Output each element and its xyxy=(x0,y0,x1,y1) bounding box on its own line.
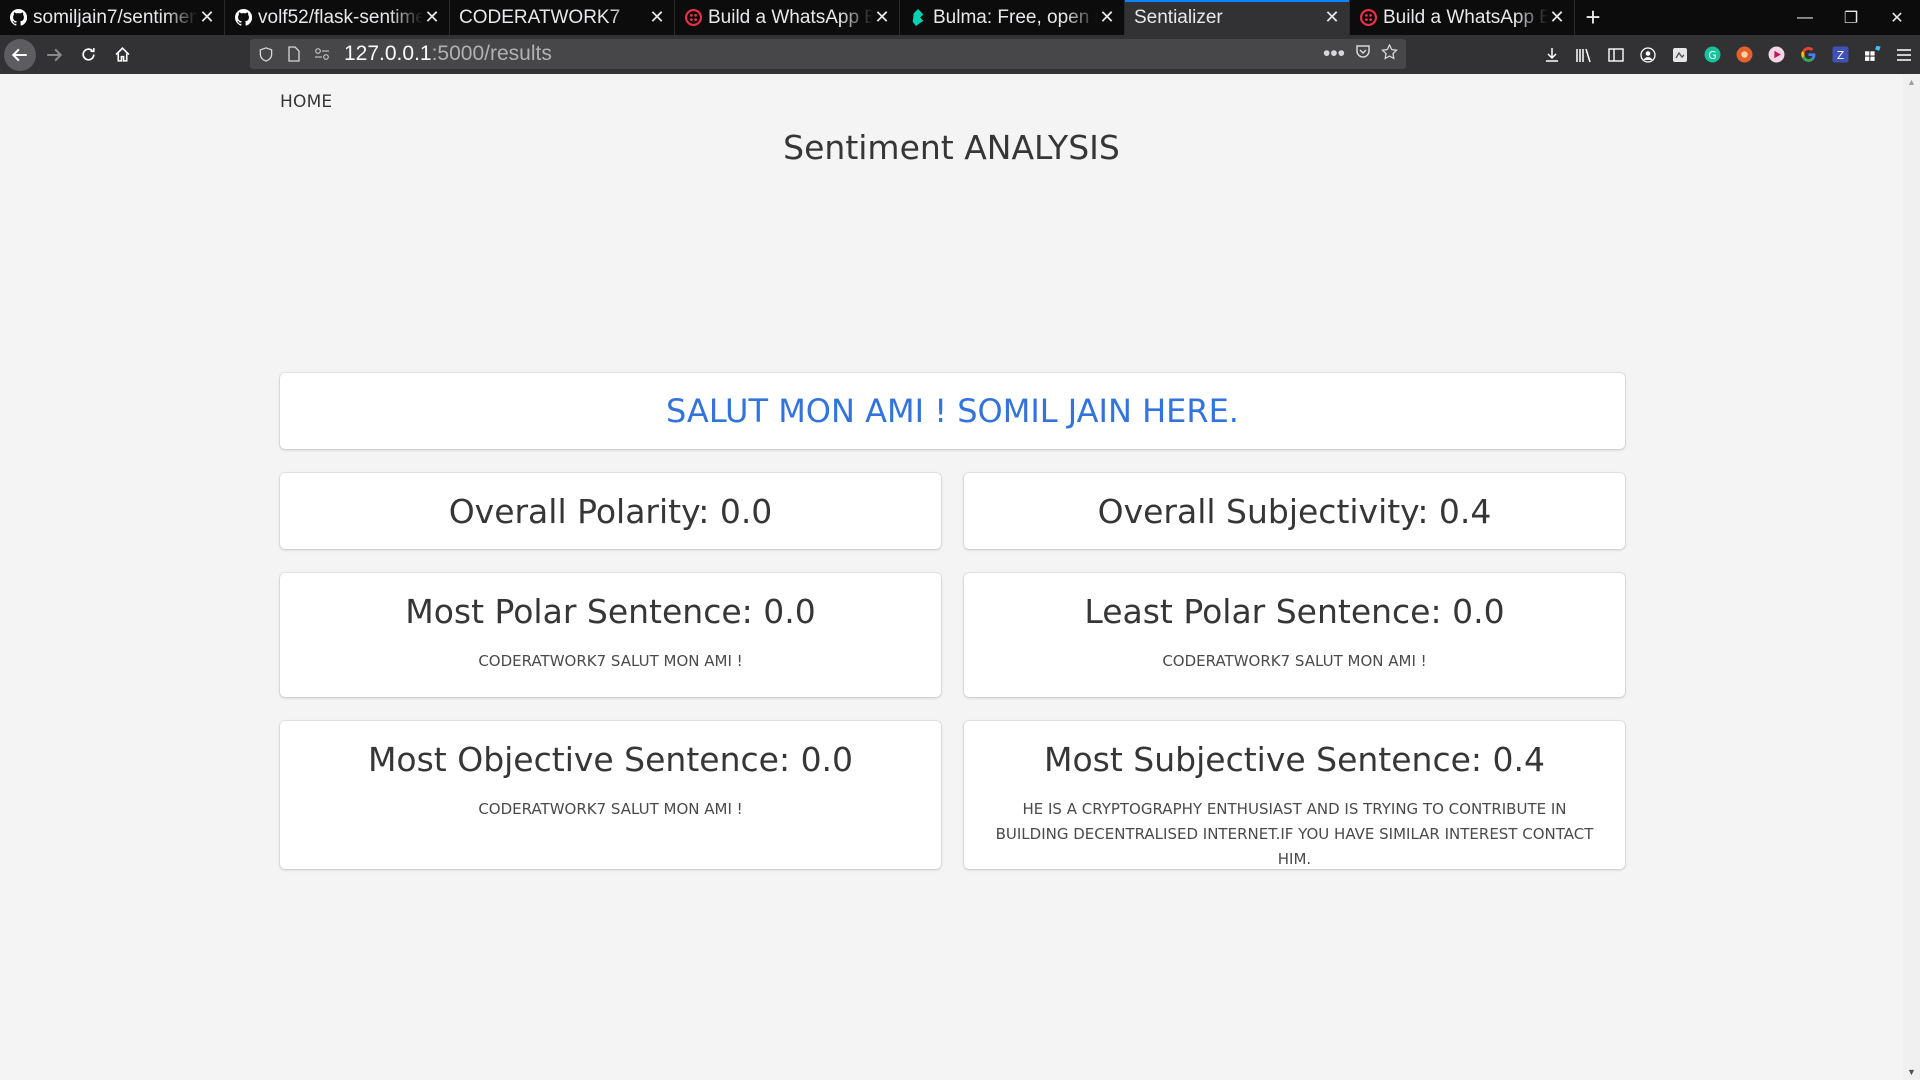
page-content: HOME Sentiment ANALYSIS SALUT MON AMI ! … xyxy=(0,74,1903,1080)
close-icon[interactable]: ✕ xyxy=(873,7,891,28)
page-title: Sentiment ANALYSIS xyxy=(783,128,1120,167)
library-icon[interactable] xyxy=(1568,47,1600,63)
extension-play-icon[interactable] xyxy=(1760,46,1792,63)
page-actions-icon[interactable]: ••• xyxy=(1323,42,1345,66)
tab-whatsapp-bot-2[interactable]: Build a WhatsApp Bot ✕ xyxy=(1350,0,1575,35)
overall-polarity-heading: Overall Polarity: 0.0 xyxy=(448,491,773,531)
permissions-icon[interactable] xyxy=(310,47,334,61)
extension-1-icon[interactable] xyxy=(1664,47,1696,63)
most-polar-sentence: CODERATWORK7 SALUT MON AMI ! xyxy=(478,652,743,670)
github-icon xyxy=(9,9,27,27)
home-button[interactable] xyxy=(106,39,138,71)
close-icon[interactable]: ✕ xyxy=(648,7,666,28)
tab-bulma[interactable]: Bulma: Free, open source ✕ xyxy=(900,0,1125,35)
reload-icon xyxy=(81,48,95,61)
tab-sentializer[interactable]: Sentializer ✕ xyxy=(1125,0,1350,35)
greeting-text: SALUT MON AMI ! SOMIL JAIN HERE. xyxy=(666,392,1239,430)
twilio-icon xyxy=(684,9,702,27)
shield-icon[interactable] xyxy=(254,46,278,62)
home-link[interactable]: HOME xyxy=(280,92,332,112)
tab-title: Build a WhatsApp Bot xyxy=(708,6,873,28)
browser-tools: G Z xyxy=(1536,35,1920,74)
downloads-icon[interactable] xyxy=(1536,47,1568,63)
tab-github-somiljain7[interactable]: somiljain7/sentiment ✕ xyxy=(0,0,225,35)
most-polar-card: Most Polar Sentence: 0.0 CODERATWORK7 SA… xyxy=(280,573,941,697)
menu-icon[interactable] xyxy=(1888,48,1920,62)
overall-subjectivity-heading: Overall Subjectivity: 0.4 xyxy=(1097,491,1492,531)
tab-title: somiljain7/sentiment xyxy=(33,6,198,28)
least-polar-sentence: CODERATWORK7 SALUT MON AMI ! xyxy=(1162,652,1427,670)
url-host: 127.0.0.1 xyxy=(344,42,432,65)
close-icon[interactable]: ✕ xyxy=(423,7,441,28)
svg-text:Z: Z xyxy=(1836,49,1843,62)
home-icon xyxy=(115,46,129,62)
tab-github-volf52[interactable]: volf52/flask-sentiment ✕ xyxy=(225,0,450,35)
most-subjective-card: Most Subjective Sentence: 0.4 HE IS A CR… xyxy=(964,721,1625,869)
url-bar[interactable]: 127.0.0.1:5000/results ••• xyxy=(250,39,1406,69)
close-icon[interactable]: ✕ xyxy=(1098,7,1116,28)
twilio-icon xyxy=(1359,9,1377,27)
github-icon xyxy=(234,9,252,27)
most-polar-heading: Most Polar Sentence: 0.0 xyxy=(405,592,816,631)
pocket-icon[interactable] xyxy=(1355,42,1371,66)
back-button[interactable] xyxy=(4,38,36,71)
overall-polarity-card: Overall Polarity: 0.0 xyxy=(280,473,941,549)
restore-icon[interactable]: ❐ xyxy=(1828,0,1874,35)
scroll-down-icon[interactable]: ▼ xyxy=(1907,1067,1916,1077)
tab-coderatwork7[interactable]: CODERATWORK7 ✕ xyxy=(450,0,675,35)
extensions-icon[interactable] xyxy=(1856,46,1888,63)
google-icon[interactable] xyxy=(1792,46,1824,63)
reload-button[interactable] xyxy=(72,39,104,71)
account-icon[interactable] xyxy=(1632,46,1664,63)
page-info-icon[interactable] xyxy=(282,46,306,62)
most-objective-heading: Most Objective Sentence: 0.0 xyxy=(367,740,854,779)
tab-title: Build a WhatsApp Bot xyxy=(1383,6,1548,28)
least-polar-card: Least Polar Sentence: 0.0 CODERATWORK7 S… xyxy=(964,573,1625,697)
grammarly-icon[interactable]: G xyxy=(1696,46,1728,63)
sidebar-icon[interactable] xyxy=(1600,47,1632,62)
forward-arrow-icon xyxy=(47,48,63,61)
forward-button[interactable] xyxy=(38,39,70,71)
extension-orange-icon[interactable] xyxy=(1728,46,1760,63)
tab-whatsapp-bot-1[interactable]: Build a WhatsApp Bot ✕ xyxy=(675,0,900,35)
svg-text:G: G xyxy=(1708,49,1716,62)
most-subjective-heading: Most Subjective Sentence: 0.4 xyxy=(1044,740,1545,779)
least-polar-heading: Least Polar Sentence: 0.0 xyxy=(1084,592,1505,631)
most-objective-sentence: CODERATWORK7 SALUT MON AMI ! xyxy=(478,800,743,818)
window-controls: — ❐ ✕ xyxy=(1782,0,1920,35)
tab-title: CODERATWORK7 xyxy=(459,6,621,28)
new-tab-button[interactable]: + xyxy=(1575,0,1611,35)
vertical-scrollbar[interactable]: ▲ ▼ xyxy=(1903,74,1920,1080)
greeting-banner: SALUT MON AMI ! SOMIL JAIN HERE. xyxy=(280,373,1625,449)
tab-title: volf52/flask-sentiment xyxy=(258,6,423,28)
bookmark-star-icon[interactable] xyxy=(1381,42,1398,66)
scroll-up-icon[interactable]: ▲ xyxy=(1907,77,1916,87)
url-path: :5000/results xyxy=(431,42,552,65)
close-icon[interactable]: ✕ xyxy=(1323,7,1341,28)
bulma-icon xyxy=(909,9,927,27)
tab-title: Sentializer xyxy=(1134,6,1223,28)
extension-z-icon[interactable]: Z xyxy=(1824,46,1856,63)
most-subjective-sentence: HE IS A CRYPTOGRAPHY ENTHUSIAST AND IS T… xyxy=(995,800,1594,868)
close-window-icon[interactable]: ✕ xyxy=(1874,0,1920,35)
close-icon[interactable]: ✕ xyxy=(198,7,216,28)
tab-title: Bulma: Free, open source xyxy=(933,6,1098,28)
overall-subjectivity-card: Overall Subjectivity: 0.4 xyxy=(964,473,1625,549)
most-objective-card: Most Objective Sentence: 0.0 CODERATWORK… xyxy=(280,721,941,869)
close-icon[interactable]: ✕ xyxy=(1548,7,1566,28)
minimize-icon[interactable]: — xyxy=(1782,0,1828,35)
back-arrow-icon xyxy=(11,48,27,61)
tab-strip: somiljain7/sentiment ✕ volf52/flask-sent… xyxy=(0,0,1920,35)
navigation-toolbar: 127.0.0.1:5000/results ••• G Z xyxy=(0,35,1920,74)
